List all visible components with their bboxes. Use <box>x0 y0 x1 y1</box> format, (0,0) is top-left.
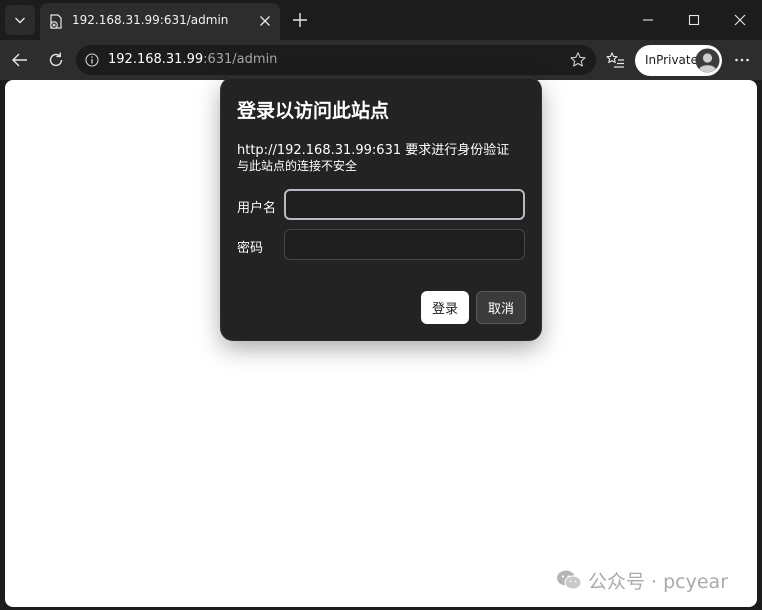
arrow-left-icon <box>12 53 27 67</box>
wechat-icon <box>557 570 582 590</box>
address-url[interactable]: 192.168.31.99:631/admin <box>108 52 277 67</box>
inprivate-profile-button[interactable]: InPrivate <box>635 45 722 76</box>
close-icon <box>734 14 746 26</box>
browser-toolbar: 192.168.31.99:631/admin InPrivate <box>0 40 762 80</box>
login-button[interactable]: 登录 <box>421 291 469 324</box>
favorite-star-icon[interactable] <box>569 51 587 69</box>
watermark-text: 公众号 · pcyear <box>588 570 729 593</box>
dialog-message: http://192.168.31.99:631 要求进行身份验证 <box>237 143 510 158</box>
url-path: :631/admin <box>203 52 278 67</box>
minimize-icon <box>643 19 653 21</box>
tab-active[interactable]: 192.168.31.99:631/admin <box>40 3 280 40</box>
window-close-button[interactable] <box>725 6 755 34</box>
username-label: 用户名 <box>237 201 277 216</box>
url-host: 192.168.31.99 <box>108 52 204 67</box>
username-input[interactable] <box>284 189 525 220</box>
info-icon[interactable] <box>85 53 99 67</box>
close-icon <box>260 16 270 26</box>
title-bar: 192.168.31.99:631/admin <box>0 0 762 40</box>
favorites-button[interactable] <box>601 46 629 74</box>
minimize-button[interactable] <box>633 6 663 34</box>
avatar-icon <box>695 48 720 73</box>
tab-title: 192.168.31.99:631/admin <box>72 13 229 27</box>
page-warning-icon <box>50 14 62 29</box>
watermark: 公众号 · pcyear <box>556 569 729 593</box>
chevron-down-icon <box>15 17 25 24</box>
tab-close-button[interactable] <box>256 12 274 30</box>
dialog-security-note: 与此站点的连接不安全 <box>237 159 358 173</box>
maximize-icon <box>688 14 700 26</box>
refresh-icon <box>49 52 63 67</box>
favorites-list-icon <box>606 52 624 68</box>
password-input[interactable] <box>284 229 525 260</box>
maximize-button[interactable] <box>679 6 709 34</box>
cancel-button[interactable]: 取消 <box>476 291 526 324</box>
refresh-button[interactable] <box>42 46 70 74</box>
inprivate-label: InPrivate <box>645 53 698 67</box>
back-button[interactable] <box>6 46 34 74</box>
new-tab-button[interactable] <box>288 8 312 32</box>
auth-dialog: 登录以访问此站点 http://192.168.31.99:631 要求进行身份… <box>221 78 541 340</box>
password-label: 密码 <box>237 241 264 256</box>
more-menu-button[interactable] <box>728 46 756 74</box>
tab-actions-button[interactable] <box>5 5 35 35</box>
dialog-title: 登录以访问此站点 <box>237 100 390 122</box>
address-bar[interactable]: 192.168.31.99:631/admin <box>76 45 596 75</box>
more-horizontal-icon <box>735 58 749 62</box>
plus-icon <box>293 13 307 27</box>
